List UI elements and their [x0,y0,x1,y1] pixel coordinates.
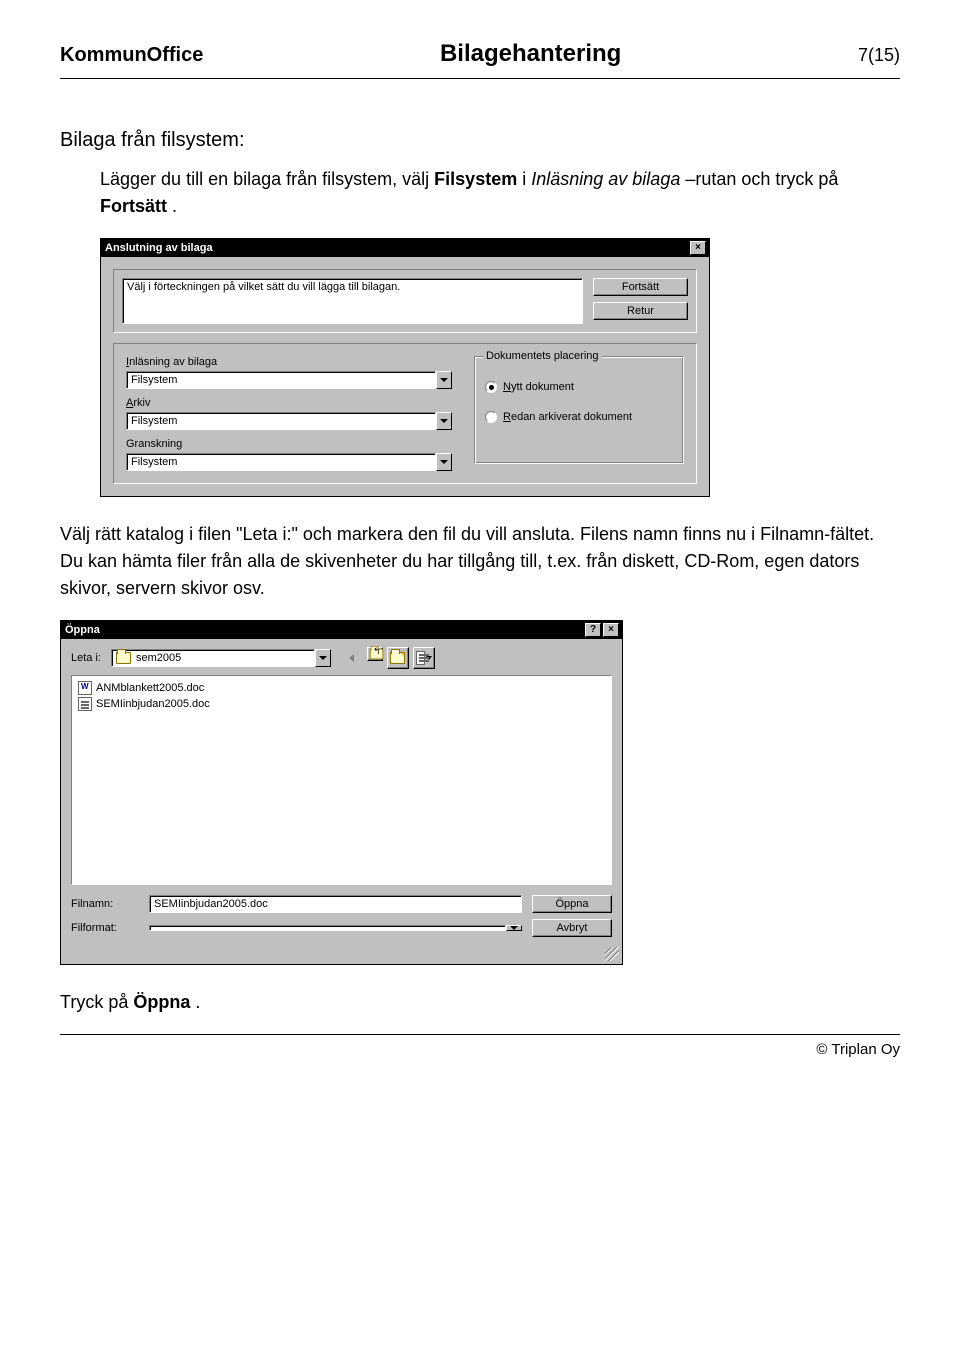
radio-nytt-dokument[interactable]: Nytt dokument [485,381,673,393]
dialog-title: Öppna [65,624,100,636]
intro-text: i [522,169,531,189]
radio-label: Redan arkiverat dokument [503,411,632,423]
radio-icon[interactable] [485,411,497,423]
help-icon[interactable]: ? [585,623,601,637]
intro-bold-fortsatt: Fortsätt [100,196,167,216]
inlasning-combo[interactable]: Filsystem [126,371,452,389]
header-page: 7(15) [858,45,900,66]
chevron-down-icon[interactable] [436,371,452,389]
arkiv-field: Arkiv Filsystem [126,397,452,430]
doc-icon [78,697,92,711]
views-icon[interactable] [413,647,435,669]
radio-label: Nytt dokument [503,381,574,393]
closing-text: Tryck på [60,992,133,1012]
granskning-field: Granskning Filsystem [126,438,452,471]
arkiv-label: Arkiv [126,397,452,409]
inlasning-label: IInläsning av bilaganläsning av bilaga [126,356,452,368]
lookin-text: sem2005 [136,652,181,664]
intro-bold-filsystem: Filsystem [434,169,517,189]
intro-text: Lägger du till en bilaga från filsystem,… [100,169,434,189]
closing-paragraph: Tryck på Öppna . [60,989,900,1016]
up-folder-icon[interactable] [367,647,383,661]
inlasning-value: Filsystem [126,371,436,389]
header-title: Bilagehantering [440,40,621,68]
filetype-label: Filformat: [71,922,139,934]
granskning-label: Granskning [126,438,452,450]
intro-text: –rutan och tryck på [685,169,838,189]
close-icon[interactable]: × [603,623,619,637]
chevron-down-icon[interactable] [315,649,331,667]
instruction-text: Välj i förteckningen på vilket sätt du v… [122,278,583,324]
intro-italic: Inläsning av bilaga [531,169,680,189]
folder-icon [116,652,131,664]
chevron-down-icon[interactable] [436,453,452,471]
resize-grip[interactable] [61,947,622,964]
open-button[interactable]: Öppna [532,895,612,913]
arkiv-value: Filsystem [126,412,436,430]
lookin-label: Leta i: [71,652,101,664]
radio-redan-arkiverat[interactable]: Redan arkiverat dokument [485,411,673,423]
section-title: Bilaga från filsystem: [60,129,900,152]
file-name: SEMIinbjudan2005.doc [96,698,210,710]
header-left: KommunOffice [60,44,203,67]
intro-paragraph: Lägger du till en bilaga från filsystem,… [60,166,900,220]
filetype-value [149,925,506,931]
titlebar[interactable]: Anslutning av bilaga × [101,239,709,257]
dialog-anslutning-av-bilaga: Anslutning av bilaga × Välj i förtecknin… [100,238,710,497]
dialog-title: Anslutning av bilaga [105,242,213,254]
filetype-combo[interactable] [149,925,522,931]
file-name: ANMblankett2005.doc [96,682,204,694]
dialog-oppna: Öppna ? × Leta i: sem2005 [60,620,623,965]
filename-label: Filnamn: [71,898,139,910]
continue-button[interactable]: Fortsätt [593,278,688,296]
filename-input[interactable]: SEMIinbjudan2005.doc [149,895,522,913]
new-folder-icon[interactable] [387,647,409,669]
copyright: © Triplan Oy [816,1041,900,1058]
granskning-combo[interactable]: Filsystem [126,453,452,471]
file-list[interactable]: ANMblankett2005.doc SEMIinbjudan2005.doc [71,675,612,885]
dokumentets-placering-group: Dokumentets placering Nytt dokument Reda… [474,356,684,464]
back-icon[interactable] [341,647,363,669]
granskning-value: Filsystem [126,453,436,471]
close-icon[interactable]: × [690,241,706,255]
radio-icon[interactable] [485,381,497,393]
groupbox-title: Dokumentets placering [483,350,602,362]
inlasning-field: IInläsning av bilaganläsning av bilaga F… [126,356,452,389]
page-footer: © Triplan Oy [60,1034,900,1058]
toolbar [341,647,435,669]
closing-bold: Öppna [133,992,190,1012]
return-button[interactable]: Retur [593,302,688,320]
lookin-combo[interactable]: sem2005 [111,649,331,667]
word-doc-icon [78,681,92,695]
chevron-down-icon[interactable] [436,412,452,430]
closing-text: . [195,992,200,1012]
chevron-down-icon[interactable] [506,925,522,931]
arkiv-combo[interactable]: Filsystem [126,412,452,430]
cancel-button[interactable]: Avbryt [532,919,612,937]
lookin-value: sem2005 [111,649,315,667]
intro-text: . [172,196,177,216]
page-header: KommunOffice Bilagehantering 7(15) [60,40,900,79]
paragraph-instructions: Välj rätt katalog i filen "Leta i:" och … [60,521,900,602]
file-item[interactable]: ANMblankett2005.doc [76,680,607,696]
titlebar[interactable]: Öppna ? × [61,621,622,639]
file-item[interactable]: SEMIinbjudan2005.doc [76,696,607,712]
